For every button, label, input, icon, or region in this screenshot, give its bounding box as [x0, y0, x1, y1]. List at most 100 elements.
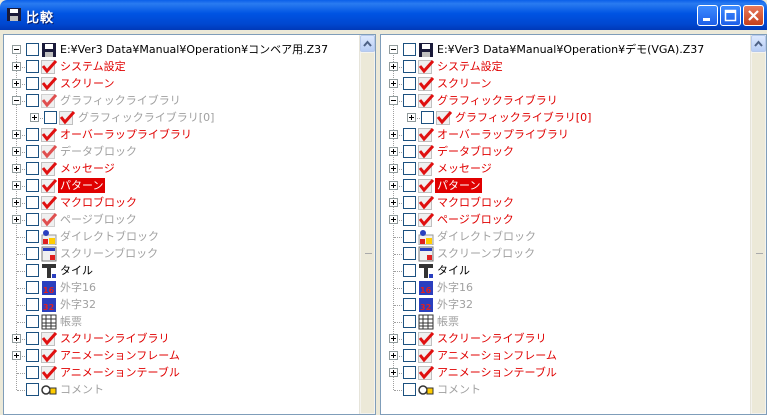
expand-toggle[interactable] — [389, 334, 398, 343]
tree-node[interactable]: コメント — [381, 381, 741, 399]
tree-node[interactable]: 32 外字32 — [4, 296, 364, 314]
collapse-toggle[interactable] — [12, 45, 21, 54]
node-checkbox[interactable] — [403, 264, 416, 277]
tree-node[interactable]: コメント — [4, 381, 364, 399]
node-checkbox[interactable] — [26, 196, 39, 209]
scroll-track[interactable] — [361, 53, 374, 413]
node-checkbox[interactable] — [26, 213, 39, 226]
node-checkbox[interactable] — [403, 94, 416, 107]
node-checkbox[interactable] — [421, 111, 434, 124]
expand-toggle[interactable] — [389, 130, 398, 139]
expand-toggle[interactable] — [389, 164, 398, 173]
expand-toggle[interactable] — [389, 181, 398, 190]
node-checkbox[interactable] — [26, 77, 39, 90]
node-checkbox[interactable] — [403, 77, 416, 90]
collapse-toggle[interactable] — [12, 96, 21, 105]
node-checkbox[interactable] — [403, 332, 416, 345]
node-checkbox[interactable] — [403, 230, 416, 243]
expand-toggle[interactable] — [12, 147, 21, 156]
tree-node[interactable]: ページブロック — [381, 211, 741, 229]
tree-node[interactable]: アニメーションフレーム — [4, 347, 364, 365]
tree-node[interactable]: グラフィックライブラリ[0] — [4, 109, 364, 127]
expand-toggle[interactable] — [12, 79, 21, 88]
node-checkbox[interactable] — [44, 111, 57, 124]
tree-node[interactable]: マクロブロック — [381, 194, 741, 212]
node-checkbox[interactable] — [403, 247, 416, 260]
node-checkbox[interactable] — [26, 315, 39, 328]
node-checkbox[interactable] — [26, 145, 39, 158]
node-checkbox[interactable] — [403, 162, 416, 175]
tree-node[interactable]: アニメーションテーブル — [381, 364, 741, 382]
tree-node[interactable]: 32 外字32 — [381, 296, 741, 314]
minimize-button[interactable] — [697, 5, 718, 26]
tree-node[interactable]: タイル — [4, 262, 364, 280]
expand-toggle[interactable] — [389, 198, 398, 207]
tree-node[interactable]: グラフィックライブラリ — [381, 92, 741, 110]
tree-node[interactable]: 16 外字16 — [4, 279, 364, 297]
collapse-toggle[interactable] — [389, 45, 398, 54]
tree-node[interactable]: ダイレクトブロック — [381, 228, 741, 246]
node-checkbox[interactable] — [26, 264, 39, 277]
expand-toggle[interactable] — [389, 368, 398, 377]
tree-node[interactable]: オーバーラップライブラリ — [381, 126, 741, 144]
node-checkbox[interactable] — [403, 383, 416, 396]
tree-node[interactable]: グラフィックライブラリ — [4, 92, 364, 110]
node-checkbox[interactable] — [26, 179, 39, 192]
expand-toggle[interactable] — [12, 181, 21, 190]
node-checkbox[interactable] — [26, 247, 39, 260]
expand-toggle[interactable] — [12, 198, 21, 207]
left-vertical-scrollbar[interactable] — [359, 35, 375, 414]
expand-toggle[interactable] — [12, 215, 21, 224]
expand-toggle[interactable] — [12, 334, 21, 343]
expand-toggle[interactable] — [12, 130, 21, 139]
tree-node[interactable]: データブロック — [381, 143, 741, 161]
node-checkbox[interactable] — [403, 298, 416, 311]
collapse-toggle[interactable] — [389, 96, 398, 105]
node-checkbox[interactable] — [26, 281, 39, 294]
node-checkbox[interactable] — [26, 332, 39, 345]
right-vertical-scrollbar[interactable] — [750, 35, 766, 414]
node-checkbox[interactable] — [403, 315, 416, 328]
tree-node[interactable]: ページブロック — [4, 211, 364, 229]
close-button[interactable] — [743, 5, 764, 26]
expand-toggle[interactable] — [12, 351, 21, 360]
tree-node[interactable]: 16 外字16 — [381, 279, 741, 297]
expand-toggle[interactable] — [389, 62, 398, 71]
expand-toggle[interactable] — [12, 164, 21, 173]
scroll-up-arrow[interactable] — [360, 35, 375, 52]
expand-toggle[interactable] — [389, 79, 398, 88]
tree-node[interactable]: 帳票 — [381, 313, 741, 331]
expand-toggle[interactable] — [389, 351, 398, 360]
root-checkbox[interactable] — [403, 43, 416, 56]
node-checkbox[interactable] — [26, 128, 39, 141]
node-checkbox[interactable] — [403, 145, 416, 158]
tree-node[interactable]: アニメーションフレーム — [381, 347, 741, 365]
tree-node[interactable]: データブロック — [4, 143, 364, 161]
node-checkbox[interactable] — [403, 349, 416, 362]
scroll-up-arrow[interactable] — [751, 35, 766, 52]
node-checkbox[interactable] — [403, 196, 416, 209]
tree-node[interactable]: システム設定 — [381, 58, 741, 76]
tree-node[interactable]: ダイレクトブロック — [4, 228, 364, 246]
expand-toggle[interactable] — [407, 113, 416, 122]
tree-node[interactable]: システム設定 — [4, 58, 364, 76]
tree-node[interactable]: パターン — [381, 177, 741, 195]
node-checkbox[interactable] — [26, 94, 39, 107]
node-checkbox[interactable] — [26, 349, 39, 362]
maximize-button[interactable] — [720, 5, 741, 26]
tree-node[interactable]: スクリーン — [381, 75, 741, 93]
tree-node[interactable]: スクリーンライブラリ — [381, 330, 741, 348]
node-checkbox[interactable] — [26, 60, 39, 73]
tree-node[interactable]: グラフィックライブラリ[0] — [381, 109, 741, 127]
node-checkbox[interactable] — [26, 230, 39, 243]
node-checkbox[interactable] — [26, 366, 39, 379]
tree-node[interactable]: アニメーションテーブル — [4, 364, 364, 382]
root-checkbox[interactable] — [26, 43, 39, 56]
node-checkbox[interactable] — [403, 128, 416, 141]
tree-node[interactable]: オーバーラップライブラリ — [4, 126, 364, 144]
tree-node[interactable]: タイル — [381, 262, 741, 280]
right-tree-pane[interactable]: E:¥Ver3 Data¥Manual¥Operation¥デモ(VGA).Z3… — [380, 34, 767, 415]
expand-toggle[interactable] — [12, 62, 21, 71]
tree-node[interactable]: 帳票 — [4, 313, 364, 331]
tree-node[interactable]: スクリーンライブラリ — [4, 330, 364, 348]
